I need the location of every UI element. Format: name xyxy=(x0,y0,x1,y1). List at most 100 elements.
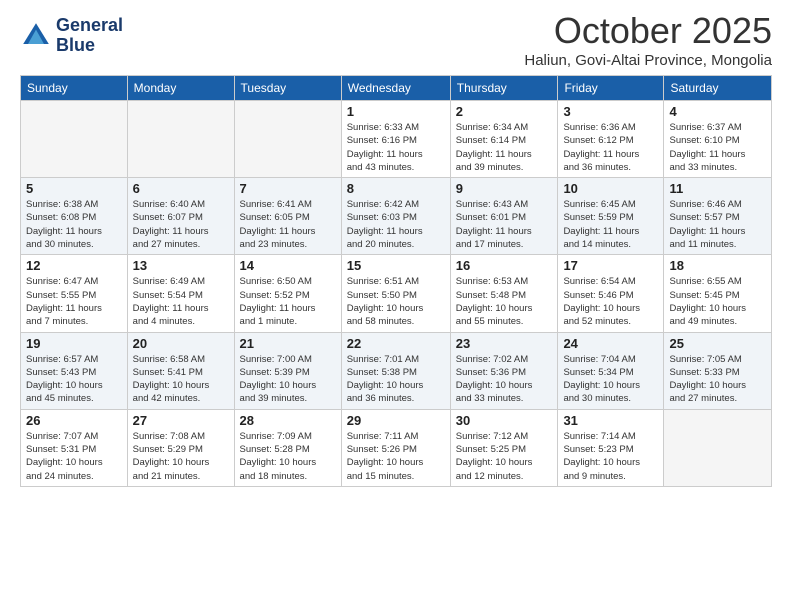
table-row: 23 Sunrise: 7:02 AM Sunset: 5:36 PM Dayli… xyxy=(450,332,558,409)
table-row: 1Sunrise: 6:33 AM Sunset: 6:16 PM Daylig… xyxy=(341,101,450,178)
table-row: 22 Sunrise: 7:01 AM Sunset: 5:38 PM Dayli… xyxy=(341,332,450,409)
table-row: 30 Sunrise: 7:12 AM Sunset: 5:25 PM Dayli… xyxy=(450,409,558,486)
table-row: 13 Sunrise: 6:49 AM Sunset: 5:54 PM Dayli… xyxy=(127,255,234,332)
col-saturday: Saturday xyxy=(664,76,772,101)
day-info: Sunrise: 6:45 AM Sunset: 5:59 PM Dayligh… xyxy=(563,198,658,251)
day-number: 17 xyxy=(563,258,658,273)
title-area: October 2025 Haliun, Govi-Altai Province… xyxy=(524,10,772,69)
day-number: 9 xyxy=(456,181,553,196)
day-number: 12 xyxy=(26,258,122,273)
day-info: Sunrise: 6:41 AM Sunset: 6:05 PM Dayligh… xyxy=(240,198,336,251)
day-number: 4 xyxy=(669,104,766,119)
day-info: Sunrise: 6:47 AM Sunset: 5:55 PM Dayligh… xyxy=(26,275,122,328)
day-number: 10 xyxy=(563,181,658,196)
day-info: Sunrise: 6:54 AM Sunset: 5:46 PM Dayligh… xyxy=(563,275,658,328)
day-info: Sunrise: 6:38 AM Sunset: 6:08 PM Dayligh… xyxy=(26,198,122,251)
table-row: 24 Sunrise: 7:04 AM Sunset: 5:34 PM Dayli… xyxy=(558,332,664,409)
calendar-week-row: 1Sunrise: 6:33 AM Sunset: 6:16 PM Daylig… xyxy=(21,101,772,178)
header: General Blue October 2025 Haliun, Govi-A… xyxy=(20,10,772,69)
day-info: Sunrise: 6:53 AM Sunset: 5:48 PM Dayligh… xyxy=(456,275,553,328)
table-row xyxy=(664,409,772,486)
day-number: 14 xyxy=(240,258,336,273)
day-info: Sunrise: 6:42 AM Sunset: 6:03 PM Dayligh… xyxy=(347,198,445,251)
day-info: Sunrise: 6:40 AM Sunset: 6:07 PM Dayligh… xyxy=(133,198,229,251)
table-row: 7 Sunrise: 6:41 AM Sunset: 6:05 PM Daylig… xyxy=(234,178,341,255)
col-friday: Friday xyxy=(558,76,664,101)
table-row: 25 Sunrise: 7:05 AM Sunset: 5:33 PM Dayli… xyxy=(664,332,772,409)
table-row: 9Sunrise: 6:43 AM Sunset: 6:01 PM Daylig… xyxy=(450,178,558,255)
day-number: 28 xyxy=(240,413,336,428)
table-row: 4 Sunrise: 6:37 AM Sunset: 6:10 PM Daylig… xyxy=(664,101,772,178)
table-row: 11Sunrise: 6:46 AM Sunset: 5:57 PM Dayli… xyxy=(664,178,772,255)
col-thursday: Thursday xyxy=(450,76,558,101)
table-row: 17 Sunrise: 6:54 AM Sunset: 5:46 PM Dayli… xyxy=(558,255,664,332)
day-number: 15 xyxy=(347,258,445,273)
calendar-week-row: 12 Sunrise: 6:47 AM Sunset: 5:55 PM Dayli… xyxy=(21,255,772,332)
logo-text: General Blue xyxy=(56,16,123,56)
table-row xyxy=(127,101,234,178)
table-row: 27 Sunrise: 7:08 AM Sunset: 5:29 PM Dayli… xyxy=(127,409,234,486)
day-number: 18 xyxy=(669,258,766,273)
table-row: 28 Sunrise: 7:09 AM Sunset: 5:28 PM Dayli… xyxy=(234,409,341,486)
table-row: 12 Sunrise: 6:47 AM Sunset: 5:55 PM Dayli… xyxy=(21,255,128,332)
col-tuesday: Tuesday xyxy=(234,76,341,101)
day-number: 22 xyxy=(347,336,445,351)
day-number: 13 xyxy=(133,258,229,273)
day-number: 20 xyxy=(133,336,229,351)
table-row: 5Sunrise: 6:38 AM Sunset: 6:08 PM Daylig… xyxy=(21,178,128,255)
day-number: 27 xyxy=(133,413,229,428)
day-number: 8 xyxy=(347,181,445,196)
day-number: 16 xyxy=(456,258,553,273)
logo-icon xyxy=(20,20,52,52)
table-row: 29Sunrise: 7:11 AM Sunset: 5:26 PM Dayli… xyxy=(341,409,450,486)
day-info: Sunrise: 6:57 AM Sunset: 5:43 PM Dayligh… xyxy=(26,353,122,406)
table-row: 10 Sunrise: 6:45 AM Sunset: 5:59 PM Dayli… xyxy=(558,178,664,255)
day-info: Sunrise: 7:01 AM Sunset: 5:38 PM Dayligh… xyxy=(347,353,445,406)
day-info: Sunrise: 7:00 AM Sunset: 5:39 PM Dayligh… xyxy=(240,353,336,406)
calendar-week-row: 26 Sunrise: 7:07 AM Sunset: 5:31 PM Dayli… xyxy=(21,409,772,486)
day-number: 30 xyxy=(456,413,553,428)
table-row: 8 Sunrise: 6:42 AM Sunset: 6:03 PM Daylig… xyxy=(341,178,450,255)
day-info: Sunrise: 7:02 AM Sunset: 5:36 PM Dayligh… xyxy=(456,353,553,406)
day-info: Sunrise: 7:08 AM Sunset: 5:29 PM Dayligh… xyxy=(133,430,229,483)
day-info: Sunrise: 7:12 AM Sunset: 5:25 PM Dayligh… xyxy=(456,430,553,483)
day-number: 7 xyxy=(240,181,336,196)
day-number: 24 xyxy=(563,336,658,351)
day-number: 11 xyxy=(669,181,766,196)
day-info: Sunrise: 6:49 AM Sunset: 5:54 PM Dayligh… xyxy=(133,275,229,328)
table-row: 16 Sunrise: 6:53 AM Sunset: 5:48 PM Dayli… xyxy=(450,255,558,332)
table-row: 14 Sunrise: 6:50 AM Sunset: 5:52 PM Dayli… xyxy=(234,255,341,332)
table-row: 15Sunrise: 6:51 AM Sunset: 5:50 PM Dayli… xyxy=(341,255,450,332)
table-row: 21 Sunrise: 7:00 AM Sunset: 5:39 PM Dayli… xyxy=(234,332,341,409)
month-title: October 2025 xyxy=(524,10,772,52)
day-number: 2 xyxy=(456,104,553,119)
day-info: Sunrise: 6:37 AM Sunset: 6:10 PM Dayligh… xyxy=(669,121,766,174)
table-row: 31Sunrise: 7:14 AM Sunset: 5:23 PM Dayli… xyxy=(558,409,664,486)
location-title: Haliun, Govi-Altai Province, Mongolia xyxy=(524,52,772,69)
table-row xyxy=(21,101,128,178)
day-number: 31 xyxy=(563,413,658,428)
day-number: 1 xyxy=(347,104,445,119)
day-info: Sunrise: 7:09 AM Sunset: 5:28 PM Dayligh… xyxy=(240,430,336,483)
day-info: Sunrise: 7:05 AM Sunset: 5:33 PM Dayligh… xyxy=(669,353,766,406)
table-row: 6 Sunrise: 6:40 AM Sunset: 6:07 PM Daylig… xyxy=(127,178,234,255)
logo-line2: Blue xyxy=(56,36,123,56)
day-number: 19 xyxy=(26,336,122,351)
calendar-table: Sunday Monday Tuesday Wednesday Thursday… xyxy=(20,75,772,487)
day-number: 26 xyxy=(26,413,122,428)
day-info: Sunrise: 7:04 AM Sunset: 5:34 PM Dayligh… xyxy=(563,353,658,406)
table-row: 18Sunrise: 6:55 AM Sunset: 5:45 PM Dayli… xyxy=(664,255,772,332)
col-monday: Monday xyxy=(127,76,234,101)
day-info: Sunrise: 6:36 AM Sunset: 6:12 PM Dayligh… xyxy=(563,121,658,174)
table-row: 19 Sunrise: 6:57 AM Sunset: 5:43 PM Dayli… xyxy=(21,332,128,409)
day-number: 6 xyxy=(133,181,229,196)
table-row xyxy=(234,101,341,178)
day-number: 25 xyxy=(669,336,766,351)
day-number: 29 xyxy=(347,413,445,428)
calendar-header-row: Sunday Monday Tuesday Wednesday Thursday… xyxy=(21,76,772,101)
day-number: 23 xyxy=(456,336,553,351)
calendar-week-row: 19 Sunrise: 6:57 AM Sunset: 5:43 PM Dayli… xyxy=(21,332,772,409)
day-info: Sunrise: 6:50 AM Sunset: 5:52 PM Dayligh… xyxy=(240,275,336,328)
day-info: Sunrise: 7:07 AM Sunset: 5:31 PM Dayligh… xyxy=(26,430,122,483)
day-number: 21 xyxy=(240,336,336,351)
